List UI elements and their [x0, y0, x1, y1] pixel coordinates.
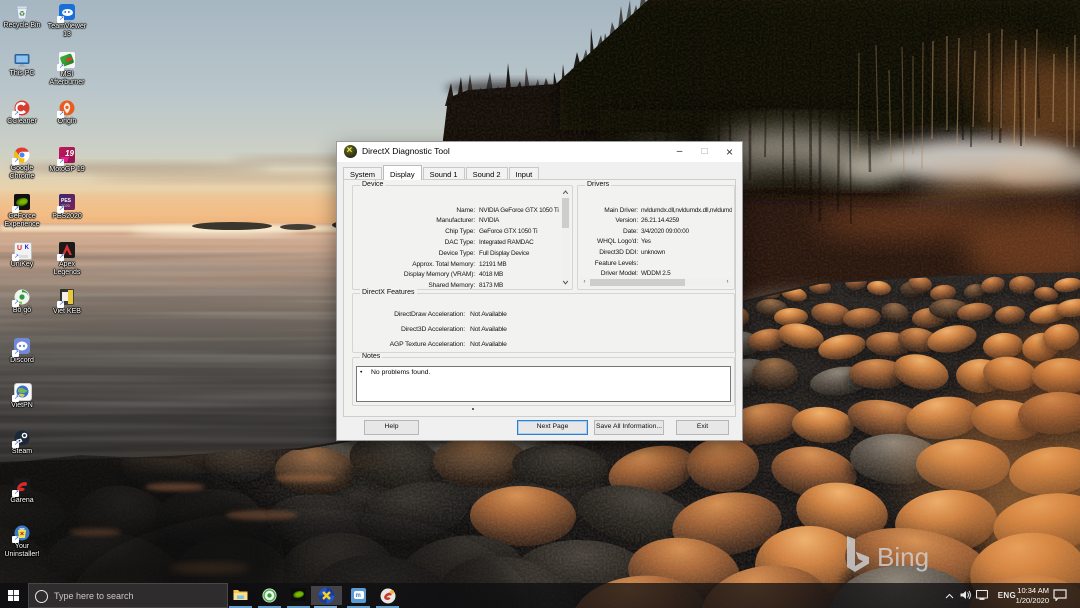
svg-text:♻: ♻ — [19, 11, 25, 18]
svg-text:Bing: Bing — [877, 542, 929, 572]
